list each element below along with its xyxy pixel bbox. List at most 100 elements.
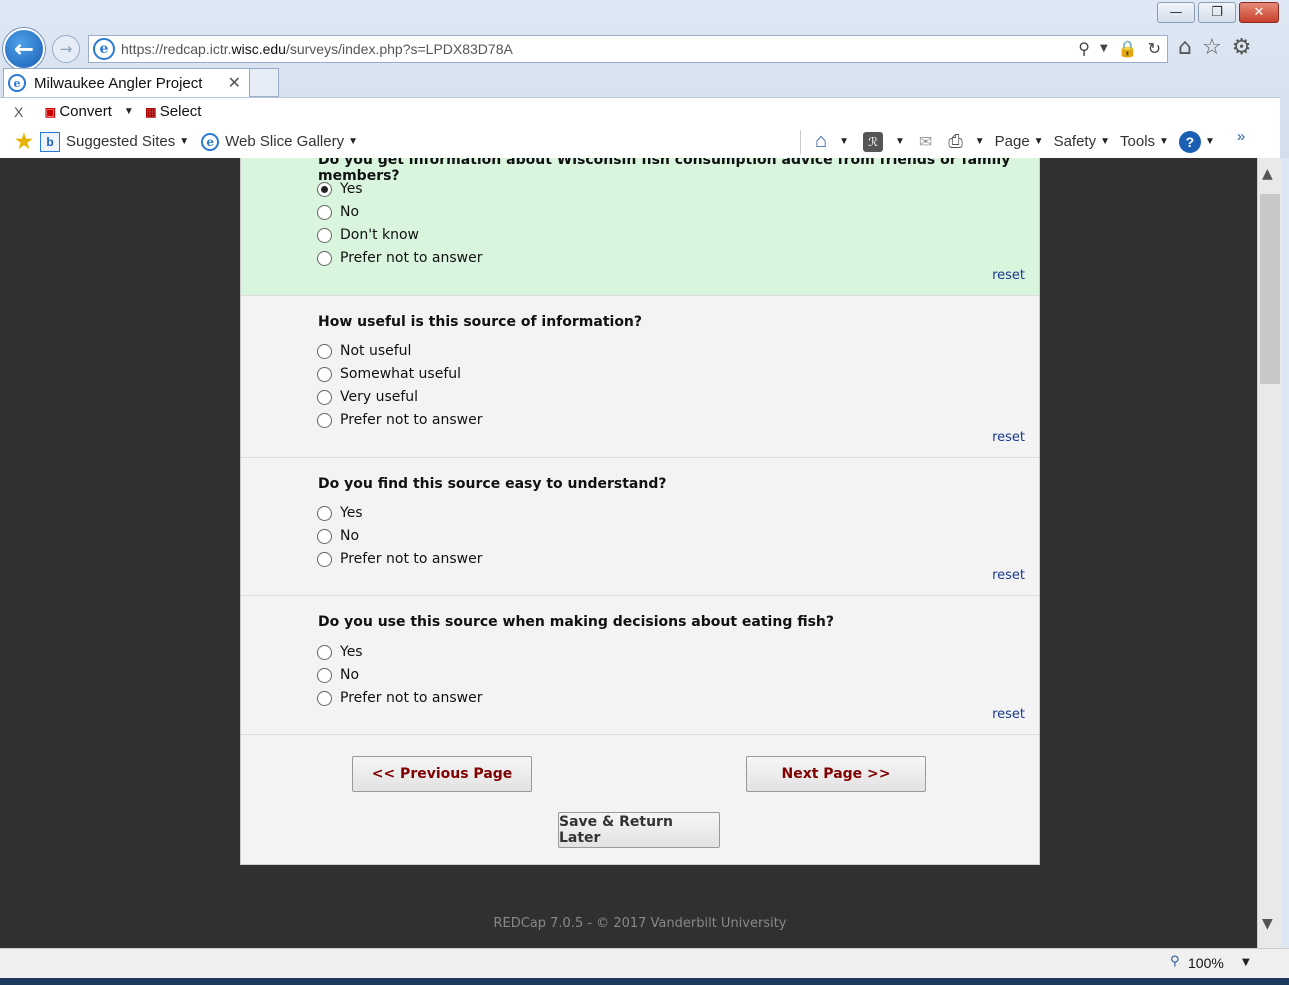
option-very-useful[interactable]: Very useful [317, 389, 418, 405]
select-button[interactable]: Select [160, 103, 202, 120]
option-no[interactable]: No [317, 528, 359, 544]
back-button[interactable]: ← [3, 28, 45, 70]
question-friends-family: Do you get information about Wisconsin f… [241, 158, 1039, 296]
forward-button[interactable]: → [52, 35, 80, 63]
save-return-later-button[interactable]: Save & Return Later [558, 812, 720, 848]
help-icon[interactable]: ? [1178, 130, 1201, 153]
chevron-down-icon[interactable]: ▼ [179, 136, 189, 147]
scroll-up-arrow-icon[interactable]: ▲ [1262, 166, 1273, 182]
close-tab-icon[interactable]: ✕ [228, 73, 241, 92]
question-title: Do you get information about Wisconsin f… [318, 158, 1011, 184]
web-slice-gallery-link[interactable]: Web Slice Gallery [225, 133, 344, 150]
scrollbar-thumb[interactable] [1260, 194, 1280, 384]
window-controls: — ❐ ✕ [1157, 2, 1279, 24]
question-title: How useful is this source of information… [318, 314, 643, 330]
radio-button[interactable] [317, 690, 332, 706]
radio-button[interactable] [317, 227, 332, 243]
option-prefer-not[interactable]: Prefer not to answer [317, 551, 482, 567]
option-prefer-not[interactable]: Prefer not to answer [317, 250, 482, 266]
ie-icon: e [8, 74, 26, 92]
option-not-useful[interactable]: Not useful [317, 343, 411, 359]
radio-button[interactable] [317, 250, 332, 266]
safety-menu[interactable]: Safety [1054, 133, 1097, 150]
previous-page-button[interactable]: << Previous Page [352, 756, 532, 792]
chevron-down-icon[interactable]: ▼ [124, 106, 134, 117]
home-icon[interactable]: ⌂ [1178, 35, 1192, 60]
chevron-down-icon[interactable]: ▼ [839, 136, 849, 147]
close-window-button[interactable]: ✕ [1239, 2, 1279, 23]
chevron-down-icon[interactable]: ▼ [1205, 136, 1215, 147]
reset-link[interactable]: reset [992, 568, 1025, 583]
overflow-icon[interactable]: » [1237, 128, 1245, 145]
search-icon[interactable]: ⚲ [1078, 39, 1090, 58]
star-icon[interactable]: ☆ [1202, 35, 1222, 60]
radio-button[interactable] [317, 343, 332, 359]
suggested-sites-link[interactable]: Suggested Sites [66, 133, 175, 150]
arrow-right-icon: → [59, 40, 73, 58]
print-icon[interactable]: ⎙ [948, 131, 962, 152]
option-yes[interactable]: Yes [317, 181, 363, 197]
radio-button[interactable] [317, 644, 332, 660]
page-menu[interactable]: Page [995, 133, 1030, 150]
radio-button[interactable] [317, 389, 332, 405]
ie-icon: e [201, 132, 220, 151]
radio-button[interactable] [317, 505, 332, 521]
chevron-down-icon[interactable]: ▼ [1242, 957, 1250, 968]
radio-button[interactable] [317, 551, 332, 567]
reset-link[interactable]: reset [992, 707, 1025, 722]
option-yes[interactable]: Yes [317, 644, 363, 660]
taskbar [0, 978, 1289, 985]
home-icon[interactable]: ⌂ [815, 130, 827, 153]
question-usefulness: How useful is this source of information… [241, 296, 1039, 458]
reset-link[interactable]: reset [992, 430, 1025, 445]
vertical-scrollbar[interactable]: ▲ ▼ [1257, 158, 1281, 948]
next-page-button[interactable]: Next Page >> [746, 756, 926, 792]
select-icon: ▦ [145, 104, 157, 119]
option-somewhat-useful[interactable]: Somewhat useful [317, 366, 461, 382]
close-icon[interactable]: X [14, 104, 23, 120]
convert-button[interactable]: Convert [59, 103, 112, 120]
address-bar[interactable]: e https://redcap.ictr.wisc.edu/surveys/i… [88, 35, 1168, 63]
chevron-down-icon[interactable]: ▼ [1100, 136, 1110, 147]
reset-link[interactable]: reset [992, 268, 1025, 283]
lock-icon[interactable]: 🔒 [1118, 39, 1138, 58]
radio-button[interactable] [317, 667, 332, 683]
option-prefer-not[interactable]: Prefer not to answer [317, 412, 482, 428]
radio-button[interactable] [317, 528, 332, 544]
tab-milwaukee-angler-project[interactable]: e Milwaukee Angler Project ✕ [3, 68, 250, 97]
minimize-button[interactable]: — [1157, 2, 1195, 23]
gear-icon[interactable]: ⚙ [1232, 35, 1252, 60]
browser-chrome: — ❐ ✕ ← → e https://redcap.ictr.wisc.edu… [0, 0, 1289, 158]
ie-icon: e [93, 38, 115, 60]
chevron-down-icon[interactable]: ▼ [975, 136, 985, 147]
footer-text: REDCap 7.0.5 - © 2017 Vanderbilt Univers… [493, 916, 787, 931]
radio-button[interactable] [317, 181, 332, 197]
refresh-icon[interactable]: ↻ [1148, 39, 1161, 58]
new-tab-button[interactable] [250, 68, 279, 97]
rss-feed-icon[interactable]: ℛ [863, 131, 883, 152]
option-no[interactable]: No [317, 204, 359, 220]
zoom-level[interactable]: 100% [1188, 955, 1224, 971]
option-yes[interactable]: Yes [317, 505, 363, 521]
bing-icon: b [40, 131, 60, 152]
chevron-down-icon[interactable]: ▼ [1100, 39, 1108, 58]
favorites-star-icon[interactable]: ★ [14, 131, 34, 153]
option-no[interactable]: No [317, 667, 359, 683]
radio-button[interactable] [317, 412, 332, 428]
question-easy-to-understand: Do you find this source easy to understa… [241, 458, 1039, 596]
chevron-down-icon[interactable]: ▼ [895, 136, 905, 147]
option-dont-know[interactable]: Don't know [317, 227, 419, 243]
chevron-down-icon[interactable]: ▼ [348, 136, 358, 147]
tools-menu[interactable]: Tools [1120, 133, 1155, 150]
restore-button[interactable]: ❐ [1198, 2, 1236, 23]
chevron-down-icon[interactable]: ▼ [1159, 136, 1169, 147]
radio-button[interactable] [317, 366, 332, 382]
question-decisions: Do you use this source when making decis… [241, 596, 1039, 735]
chevron-down-icon[interactable]: ▼ [1034, 136, 1044, 147]
radio-button[interactable] [317, 204, 332, 220]
address-url[interactable]: https://redcap.ictr.wisc.edu/surveys/ind… [121, 41, 513, 57]
zoom-icon: ⚲ [1170, 954, 1180, 969]
option-prefer-not[interactable]: Prefer not to answer [317, 690, 482, 706]
mail-icon[interactable]: ✉ [919, 132, 932, 152]
scroll-down-arrow-icon[interactable]: ▼ [1262, 916, 1273, 932]
